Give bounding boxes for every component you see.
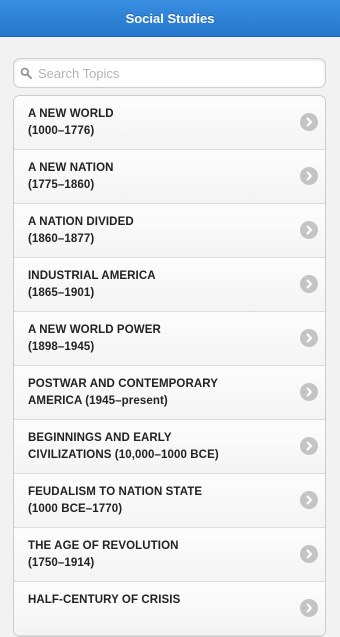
- list-item[interactable]: A NEW WORLD (1000–1776): [14, 96, 325, 150]
- chevron-right-icon[interactable]: [300, 167, 318, 185]
- topic-title-line2: (1865–1901): [28, 287, 95, 299]
- page-title: Social Studies: [125, 10, 215, 26]
- topic-list: A NEW WORLD (1000–1776) A NEW NATION (17…: [13, 95, 326, 637]
- topic-title-line1: FEUDALISM TO NATION STATE: [28, 486, 203, 498]
- topic-title-line2: AMERICA (1945–present): [28, 395, 168, 407]
- topic-title-line2: (1898–1945): [28, 341, 95, 353]
- list-item[interactable]: THE AGE OF REVOLUTION (1750–1914): [14, 528, 325, 582]
- list-item[interactable]: POSTWAR AND CONTEMPORARY AMERICA (1945–p…: [14, 366, 325, 420]
- chevron-right-icon[interactable]: [300, 545, 318, 563]
- list-item[interactable]: HALF-CENTURY OF CRISIS: [14, 582, 325, 636]
- topic-title-line2: CIVILIZATIONS (10,000–1000 BCE): [28, 449, 219, 461]
- search-input[interactable]: [38, 65, 308, 81]
- list-item[interactable]: A NEW WORLD POWER (1898–1945): [14, 312, 325, 366]
- chevron-right-icon[interactable]: [300, 599, 318, 617]
- chevron-right-icon[interactable]: [300, 437, 318, 455]
- topic-title-line1: INDUSTRIAL AMERICA: [28, 270, 156, 282]
- chevron-right-icon[interactable]: [300, 113, 318, 131]
- topic-title-line2: (1775–1860): [28, 179, 95, 191]
- chevron-right-icon[interactable]: [300, 329, 318, 347]
- topic-title-line2: (1750–1914): [28, 557, 95, 569]
- list-item[interactable]: BEGINNINGS AND EARLY CIVILIZATIONS (10,0…: [14, 420, 325, 474]
- list-item[interactable]: A NEW NATION (1775–1860): [14, 150, 325, 204]
- topic-title-line1: BEGINNINGS AND EARLY: [28, 432, 172, 444]
- chevron-right-icon[interactable]: [300, 383, 318, 401]
- topic-title-line2: (1000 BCE–1770): [28, 503, 123, 515]
- chevron-right-icon[interactable]: [300, 275, 318, 293]
- topic-title-line1: A NEW WORLD: [28, 108, 114, 120]
- topic-title-line1: THE AGE OF REVOLUTION: [28, 540, 179, 552]
- topic-title-line1: POSTWAR AND CONTEMPORARY: [28, 378, 219, 390]
- app-header: Social Studies: [0, 0, 340, 37]
- search-icon: [20, 67, 32, 79]
- topic-title-line2: (1860–1877): [28, 233, 95, 245]
- list-item[interactable]: FEUDALISM TO NATION STATE (1000 BCE–1770…: [14, 474, 325, 528]
- topic-title-line1: HALF-CENTURY OF CRISIS: [28, 594, 181, 606]
- list-item[interactable]: A NATION DIVIDED (1860–1877): [14, 204, 325, 258]
- search-bar[interactable]: [13, 58, 326, 88]
- topic-title-line1: A NEW NATION: [28, 162, 114, 174]
- topic-title-line2: (1000–1776): [28, 125, 95, 137]
- chevron-right-icon[interactable]: [300, 221, 318, 239]
- topic-title-line1: A NEW WORLD POWER: [28, 324, 161, 336]
- list-item[interactable]: INDUSTRIAL AMERICA (1865–1901): [14, 258, 325, 312]
- topic-title-line1: A NATION DIVIDED: [28, 216, 134, 228]
- chevron-right-icon[interactable]: [300, 491, 318, 509]
